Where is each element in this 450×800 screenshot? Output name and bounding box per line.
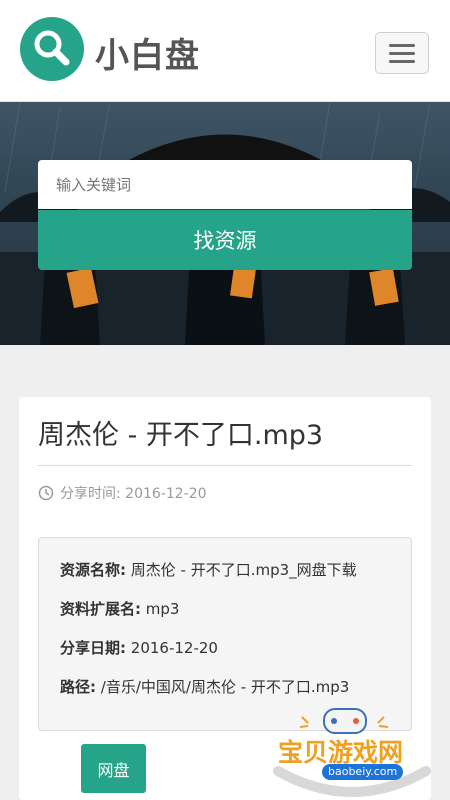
- title-divider: [38, 465, 412, 466]
- detail-row-path: 路径: /音乐/中国风/周杰伦 - 开不了口.mp3: [60, 676, 349, 697]
- top-navbar: 小白盘: [0, 0, 450, 102]
- menu-toggle-button[interactable]: [375, 32, 429, 74]
- detail-value: /音乐/中国风/周杰伦 - 开不了口.mp3: [100, 678, 350, 696]
- detail-value: 2016-12-20: [130, 639, 218, 657]
- clock-icon: [38, 485, 54, 501]
- detail-label: 资源名称:: [60, 561, 126, 579]
- netdisk-button[interactable]: 网盘: [81, 744, 146, 793]
- hamburger-line: [389, 52, 415, 55]
- detail-value: mp3: [145, 600, 180, 618]
- detail-value: 周杰伦 - 开不了口.mp3_网盘下载: [130, 561, 357, 579]
- search-button[interactable]: 找资源: [38, 210, 412, 270]
- search-icon: [34, 30, 70, 66]
- hamburger-line: [389, 60, 415, 63]
- brand-title[interactable]: 小白盘: [95, 28, 200, 77]
- logo[interactable]: [20, 17, 84, 81]
- hamburger-menu-icon: [389, 44, 415, 47]
- detail-label: 资料扩展名:: [60, 600, 141, 618]
- search-input[interactable]: [38, 160, 412, 209]
- watermark-logo: 宝贝游戏网 baobeiy.com: [272, 705, 432, 797]
- share-time-row: 分享时间: 2016-12-20: [38, 483, 207, 503]
- detail-row-extension: 资料扩展名: mp3: [60, 598, 179, 619]
- resource-details-box: 资源名称: 周杰伦 - 开不了口.mp3_网盘下载 资料扩展名: mp3 分享日…: [38, 537, 412, 731]
- share-time-text: 分享时间: 2016-12-20: [60, 486, 207, 502]
- resource-title: 周杰伦 - 开不了口.mp3: [38, 420, 324, 451]
- detail-row-date: 分享日期: 2016-12-20: [60, 637, 218, 658]
- detail-row-name: 资源名称: 周杰伦 - 开不了口.mp3_网盘下载: [60, 559, 357, 580]
- detail-label: 路径:: [60, 678, 96, 696]
- watermark-url: baobeiy.com: [322, 764, 404, 780]
- detail-label: 分享日期:: [60, 639, 126, 657]
